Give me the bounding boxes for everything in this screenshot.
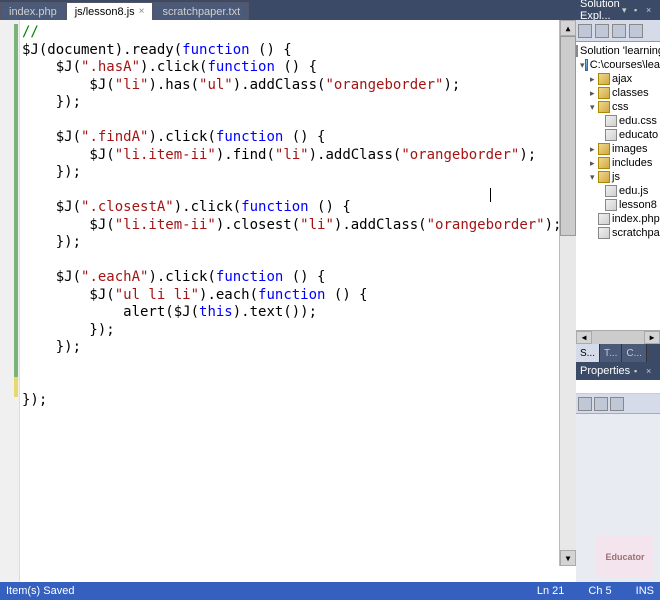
scroll-thumb[interactable] <box>592 331 644 344</box>
folder-icon <box>598 87 610 99</box>
scroll-down-arrow[interactable]: ▼ <box>560 550 576 566</box>
close-icon[interactable]: × <box>646 5 656 15</box>
status-col: Ch 5 <box>588 585 611 597</box>
tree-item[interactable]: educato <box>576 128 660 142</box>
expand-icon[interactable]: ▾ <box>590 172 598 183</box>
tree-item[interactable]: edu.css <box>576 114 660 128</box>
scroll-right-arrow[interactable]: ▶ <box>644 331 660 344</box>
scroll-left-arrow[interactable]: ◀ <box>576 331 592 344</box>
file-icon <box>605 185 617 197</box>
tab-label: index.php <box>9 6 57 18</box>
tree-label: index.php <box>612 213 660 225</box>
vertical-scrollbar[interactable]: ▲ ▼ <box>559 20 576 566</box>
tree-item[interactable]: ▸ ajax <box>576 72 660 86</box>
close-icon[interactable]: × <box>646 366 656 376</box>
expand-icon[interactable]: ▸ <box>590 74 598 85</box>
pin-icon[interactable]: ▪ <box>634 366 644 376</box>
tree-label: edu.css <box>619 115 657 127</box>
tree-item[interactable]: lesson8 <box>576 198 660 212</box>
sort-button[interactable] <box>610 397 624 411</box>
tab-lesson8js[interactable]: js/lesson8.js × <box>66 2 154 20</box>
solution-explorer-header: Solution Expl... ▾ ▪ × <box>576 0 660 20</box>
status-bar: Item(s) Saved Ln 21 Ch 5 INS <box>0 582 660 600</box>
text-cursor <box>490 188 491 202</box>
tree-label: educato <box>619 129 658 141</box>
expand-icon[interactable]: ▸ <box>590 88 598 99</box>
folder-icon <box>598 171 610 183</box>
tree-label: css <box>612 101 629 113</box>
tab-scratchpaper[interactable]: scratchpaper.txt <box>153 2 249 20</box>
code-content[interactable]: // $J(document).ready(function () { $J("… <box>22 24 561 409</box>
status-line: Ln 21 <box>537 585 565 597</box>
tool-button[interactable] <box>612 24 626 38</box>
tab-solution[interactable]: S... <box>576 344 600 362</box>
properties-header: Properties ▪ × <box>576 362 660 380</box>
tree-label: images <box>612 143 647 155</box>
tree-solution[interactable]: Solution 'learning' <box>576 44 660 58</box>
tab-label: scratchpaper.txt <box>162 6 240 18</box>
sort-button[interactable] <box>578 397 592 411</box>
side-tabstrip: S... T... C... <box>576 344 660 362</box>
tree-label: classes <box>612 87 649 99</box>
tree-item[interactable]: edu.js <box>576 184 660 198</box>
tree-project[interactable]: ▾ C:\courses\lea <box>576 58 660 72</box>
tree-label: C:\courses\lea <box>590 59 660 71</box>
tab-team[interactable]: T... <box>600 344 622 362</box>
close-icon[interactable]: × <box>139 6 145 17</box>
tab-class[interactable]: C... <box>622 344 647 362</box>
tree-label: js <box>612 171 620 183</box>
dropdown-icon[interactable]: ▾ <box>622 5 632 15</box>
tree-label: edu.js <box>619 185 648 197</box>
status-message: Item(s) Saved <box>6 585 74 597</box>
editor-gutter <box>0 20 20 583</box>
file-icon <box>598 213 610 225</box>
tree-hscroll[interactable]: ◀ ▶ <box>576 330 660 344</box>
code-editor[interactable]: // $J(document).ready(function () { $J("… <box>0 20 576 583</box>
file-icon <box>598 227 610 239</box>
watermark-logo: Educator <box>596 536 654 578</box>
tree-label: lesson8 <box>619 199 657 211</box>
status-ins: INS <box>636 585 654 597</box>
tree-item[interactable]: ▸ includes <box>576 156 660 170</box>
file-icon <box>605 129 617 141</box>
tool-button[interactable] <box>578 24 592 38</box>
tree-label: ajax <box>612 73 632 85</box>
tree-item[interactable]: ▸ classes <box>576 86 660 100</box>
tab-bar: index.php js/lesson8.js × scratchpaper.t… <box>0 0 576 20</box>
solution-icon <box>576 45 578 57</box>
tree-label: scratchpa <box>612 227 660 239</box>
panel-title: Properties <box>580 365 630 377</box>
tab-indexphp[interactable]: index.php <box>0 2 66 20</box>
file-icon <box>605 115 617 127</box>
folder-icon <box>598 73 610 85</box>
panel-title: Solution Expl... <box>580 0 622 22</box>
expand-icon[interactable]: ▾ <box>590 102 598 113</box>
sort-button[interactable] <box>594 397 608 411</box>
change-marker-green <box>14 24 18 384</box>
solution-tree[interactable]: Solution 'learning' ▾ C:\courses\lea ▸ aj… <box>576 42 660 330</box>
solution-toolbar <box>576 20 660 42</box>
folder-icon <box>598 143 610 155</box>
scroll-thumb[interactable] <box>560 36 576 236</box>
project-icon <box>585 59 588 71</box>
tool-button[interactable] <box>629 24 643 38</box>
folder-icon <box>598 157 610 169</box>
tool-button[interactable] <box>595 24 609 38</box>
expand-icon[interactable]: ▸ <box>590 158 598 169</box>
tree-label: includes <box>612 157 652 169</box>
properties-toolbar <box>576 394 660 414</box>
tree-item[interactable]: ▾ css <box>576 100 660 114</box>
tree-item[interactable]: ▾ js <box>576 170 660 184</box>
file-icon <box>605 199 617 211</box>
change-marker-yellow <box>14 377 18 397</box>
tree-item[interactable]: scratchpa <box>576 226 660 240</box>
pin-icon[interactable]: ▪ <box>634 5 644 15</box>
tree-item[interactable]: index.php <box>576 212 660 226</box>
expand-icon[interactable]: ▸ <box>590 144 598 155</box>
folder-icon <box>598 101 610 113</box>
tree-label: Solution 'learning' <box>580 45 660 57</box>
scroll-up-arrow[interactable]: ▲ <box>560 20 576 36</box>
tree-item[interactable]: ▸ images <box>576 142 660 156</box>
tab-label: js/lesson8.js <box>75 6 135 18</box>
